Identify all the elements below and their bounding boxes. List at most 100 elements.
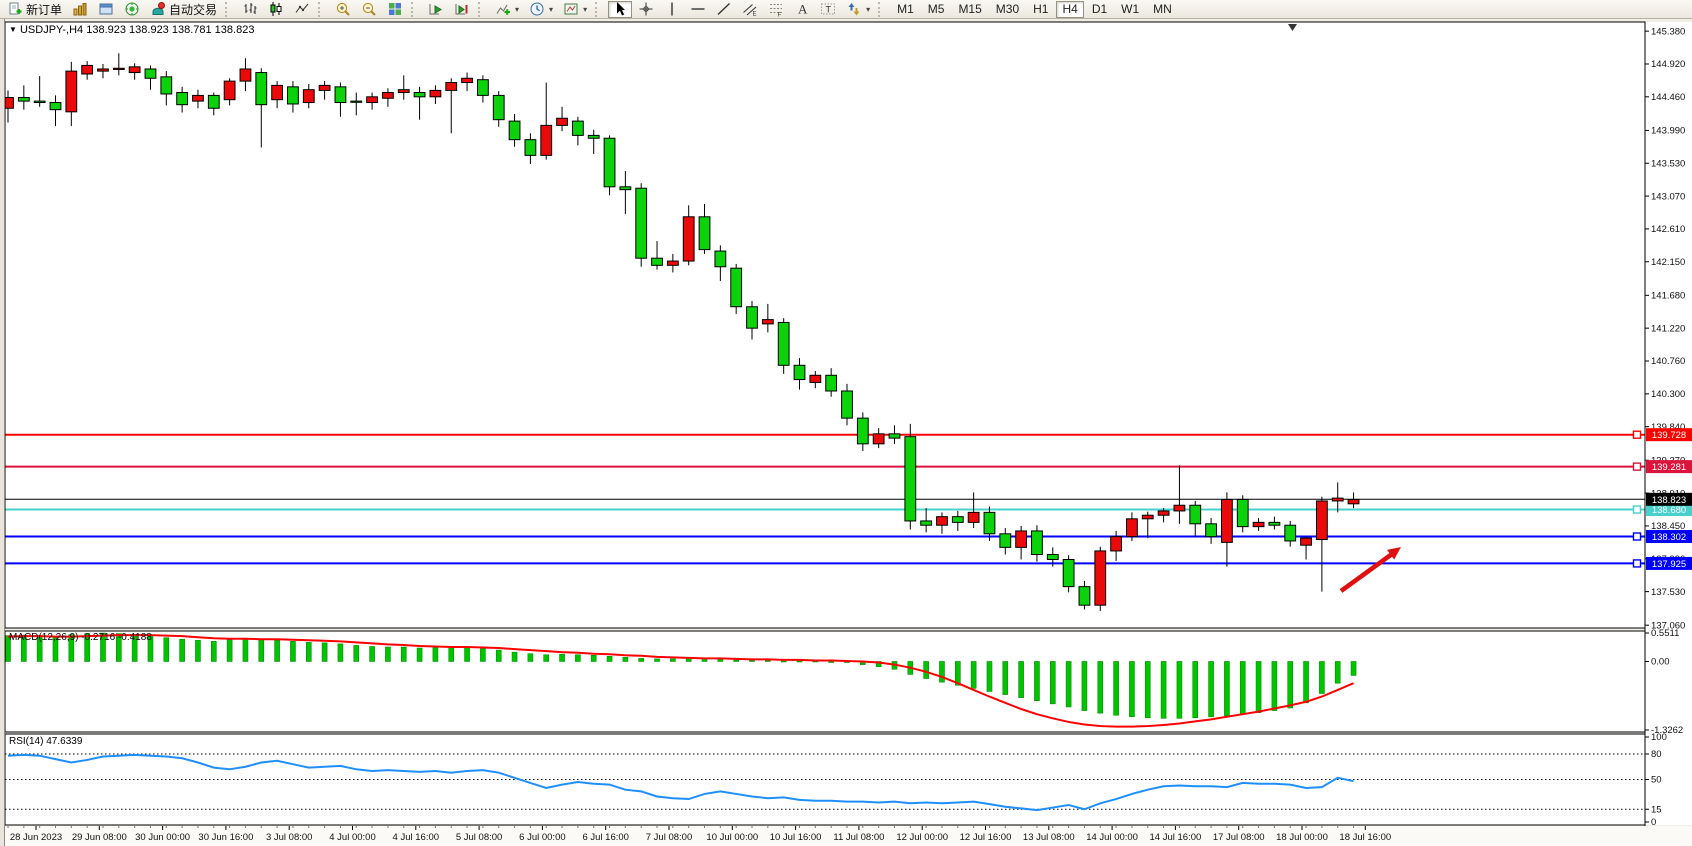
candle-down: [1269, 522, 1280, 525]
timeframe-mn[interactable]: MN: [1147, 1, 1178, 18]
price-tick-label: 142.610: [1651, 224, 1685, 235]
candle-up: [82, 65, 93, 74]
macd-histogram-bar: [85, 634, 90, 662]
indicators-button[interactable]: ▾: [491, 1, 523, 18]
candle-down: [842, 391, 853, 418]
market-watch-button[interactable]: [68, 1, 92, 18]
trendline-button[interactable]: [712, 1, 736, 18]
navigator-icon: [124, 1, 140, 17]
macd-histogram-bar: [433, 648, 438, 662]
macd-histogram-bar: [1224, 661, 1229, 715]
macd-histogram-bar: [734, 660, 739, 662]
macd-histogram-bar: [797, 661, 802, 662]
candle-up: [1332, 498, 1343, 501]
timeframe-h4[interactable]: H4: [1056, 1, 1083, 18]
candle-up: [240, 69, 251, 81]
candle-down: [1206, 524, 1217, 537]
timeframe-h1[interactable]: H1: [1027, 1, 1054, 18]
timeframe-m30[interactable]: M30: [990, 1, 1025, 18]
channel-button[interactable]: E: [738, 1, 762, 18]
macd-histogram-bar: [1082, 661, 1087, 710]
candle-up: [129, 67, 140, 73]
candle-down: [509, 121, 520, 140]
candle-up: [113, 68, 124, 69]
line-chart-button[interactable]: [290, 1, 314, 18]
candle-down: [620, 187, 631, 190]
timeframe-h1-label: H1: [1033, 2, 1048, 16]
periods-icon: [529, 1, 545, 17]
dropdown-caret-icon[interactable]: ▾: [549, 5, 553, 14]
text-label-button[interactable]: T: [816, 1, 840, 18]
candle-up: [430, 90, 441, 96]
dropdown-caret-icon[interactable]: ▾: [583, 5, 587, 14]
candle-down: [699, 217, 710, 250]
dropdown-caret-icon[interactable]: ▾: [866, 5, 870, 14]
macd-histogram-bar: [1098, 661, 1103, 713]
candle-up: [1174, 505, 1185, 511]
candle-down: [335, 87, 346, 103]
macd-histogram-bar: [1034, 661, 1039, 700]
candlestick-chart-button[interactable]: [264, 1, 288, 18]
candle-down: [414, 93, 425, 97]
time-axis-label: 11 Jul 08:00: [833, 832, 884, 843]
cursor-button[interactable]: [608, 1, 632, 18]
macd-histogram-bar: [195, 640, 200, 661]
timeframe-d1[interactable]: D1: [1086, 1, 1113, 18]
data-window-icon: [98, 1, 114, 17]
timeframe-m5[interactable]: M5: [922, 1, 951, 18]
candle-down: [826, 375, 837, 391]
candle-down: [1047, 555, 1058, 560]
arrows-button[interactable]: ▾: [842, 1, 874, 18]
hline-handle-138.680[interactable]: [1634, 506, 1641, 513]
tile-windows-button[interactable]: [383, 1, 407, 18]
candle-down: [604, 138, 615, 187]
time-axis-label: 10 Jul 16:00: [770, 832, 822, 843]
time-axis-label: 18 Jul 00:00: [1276, 832, 1328, 843]
new-order-button[interactable]: 新订单: [3, 1, 66, 18]
candle-down: [1063, 560, 1074, 587]
candle-down: [588, 135, 599, 138]
hline-handle-139.281[interactable]: [1634, 463, 1641, 470]
zoom-in-button[interactable]: [331, 1, 355, 18]
timeframe-m1[interactable]: M1: [891, 1, 920, 18]
candle-down: [857, 418, 868, 444]
price-tick-label: 140.300: [1651, 389, 1685, 400]
toolbar-separator: [478, 2, 487, 17]
candle-up: [873, 434, 884, 444]
auto-scroll-button[interactable]: [424, 1, 448, 18]
macd-histogram-bar: [1272, 661, 1277, 710]
candle-up: [319, 85, 330, 90]
templates-button[interactable]: ▾: [559, 1, 591, 18]
macd-histogram-bar: [354, 645, 359, 661]
macd-histogram-bar: [306, 642, 311, 661]
chart-shift-button[interactable]: [450, 1, 474, 18]
text-button[interactable]: A: [790, 1, 814, 18]
candle-up: [1253, 522, 1264, 526]
candle-up: [367, 97, 378, 103]
timeframe-w1[interactable]: W1: [1115, 1, 1145, 18]
vertical-line-button[interactable]: [660, 1, 684, 18]
bar-chart-button[interactable]: [238, 1, 262, 18]
periods-button[interactable]: ▾: [525, 1, 557, 18]
crosshair-button[interactable]: [634, 1, 658, 18]
fibonacci-button[interactable]: F: [764, 1, 788, 18]
macd-histogram-bar: [544, 655, 549, 662]
macd-histogram-bar: [338, 644, 343, 662]
dropdown-caret-icon[interactable]: ▾: [515, 5, 519, 14]
data-window-button[interactable]: [94, 1, 118, 18]
timeframe-m15[interactable]: M15: [952, 1, 987, 18]
navigator-button[interactable]: [120, 1, 144, 18]
hline-handle-138.302[interactable]: [1634, 533, 1641, 540]
hline-price-label: 138.680: [1652, 505, 1686, 516]
macd-histogram-bar: [1304, 661, 1309, 702]
autotrading-button[interactable]: 自动交易: [146, 1, 221, 18]
fibonacci-icon: F: [768, 1, 784, 17]
candle-down: [731, 268, 742, 307]
hline-handle-137.925[interactable]: [1634, 560, 1641, 567]
svg-text:A: A: [798, 2, 808, 17]
horizontal-line-button[interactable]: [686, 1, 710, 18]
hline-handle-139.728[interactable]: [1634, 431, 1641, 438]
candle-down: [572, 121, 583, 135]
zoom-out-button[interactable]: [357, 1, 381, 18]
indicators-icon: [495, 1, 511, 17]
